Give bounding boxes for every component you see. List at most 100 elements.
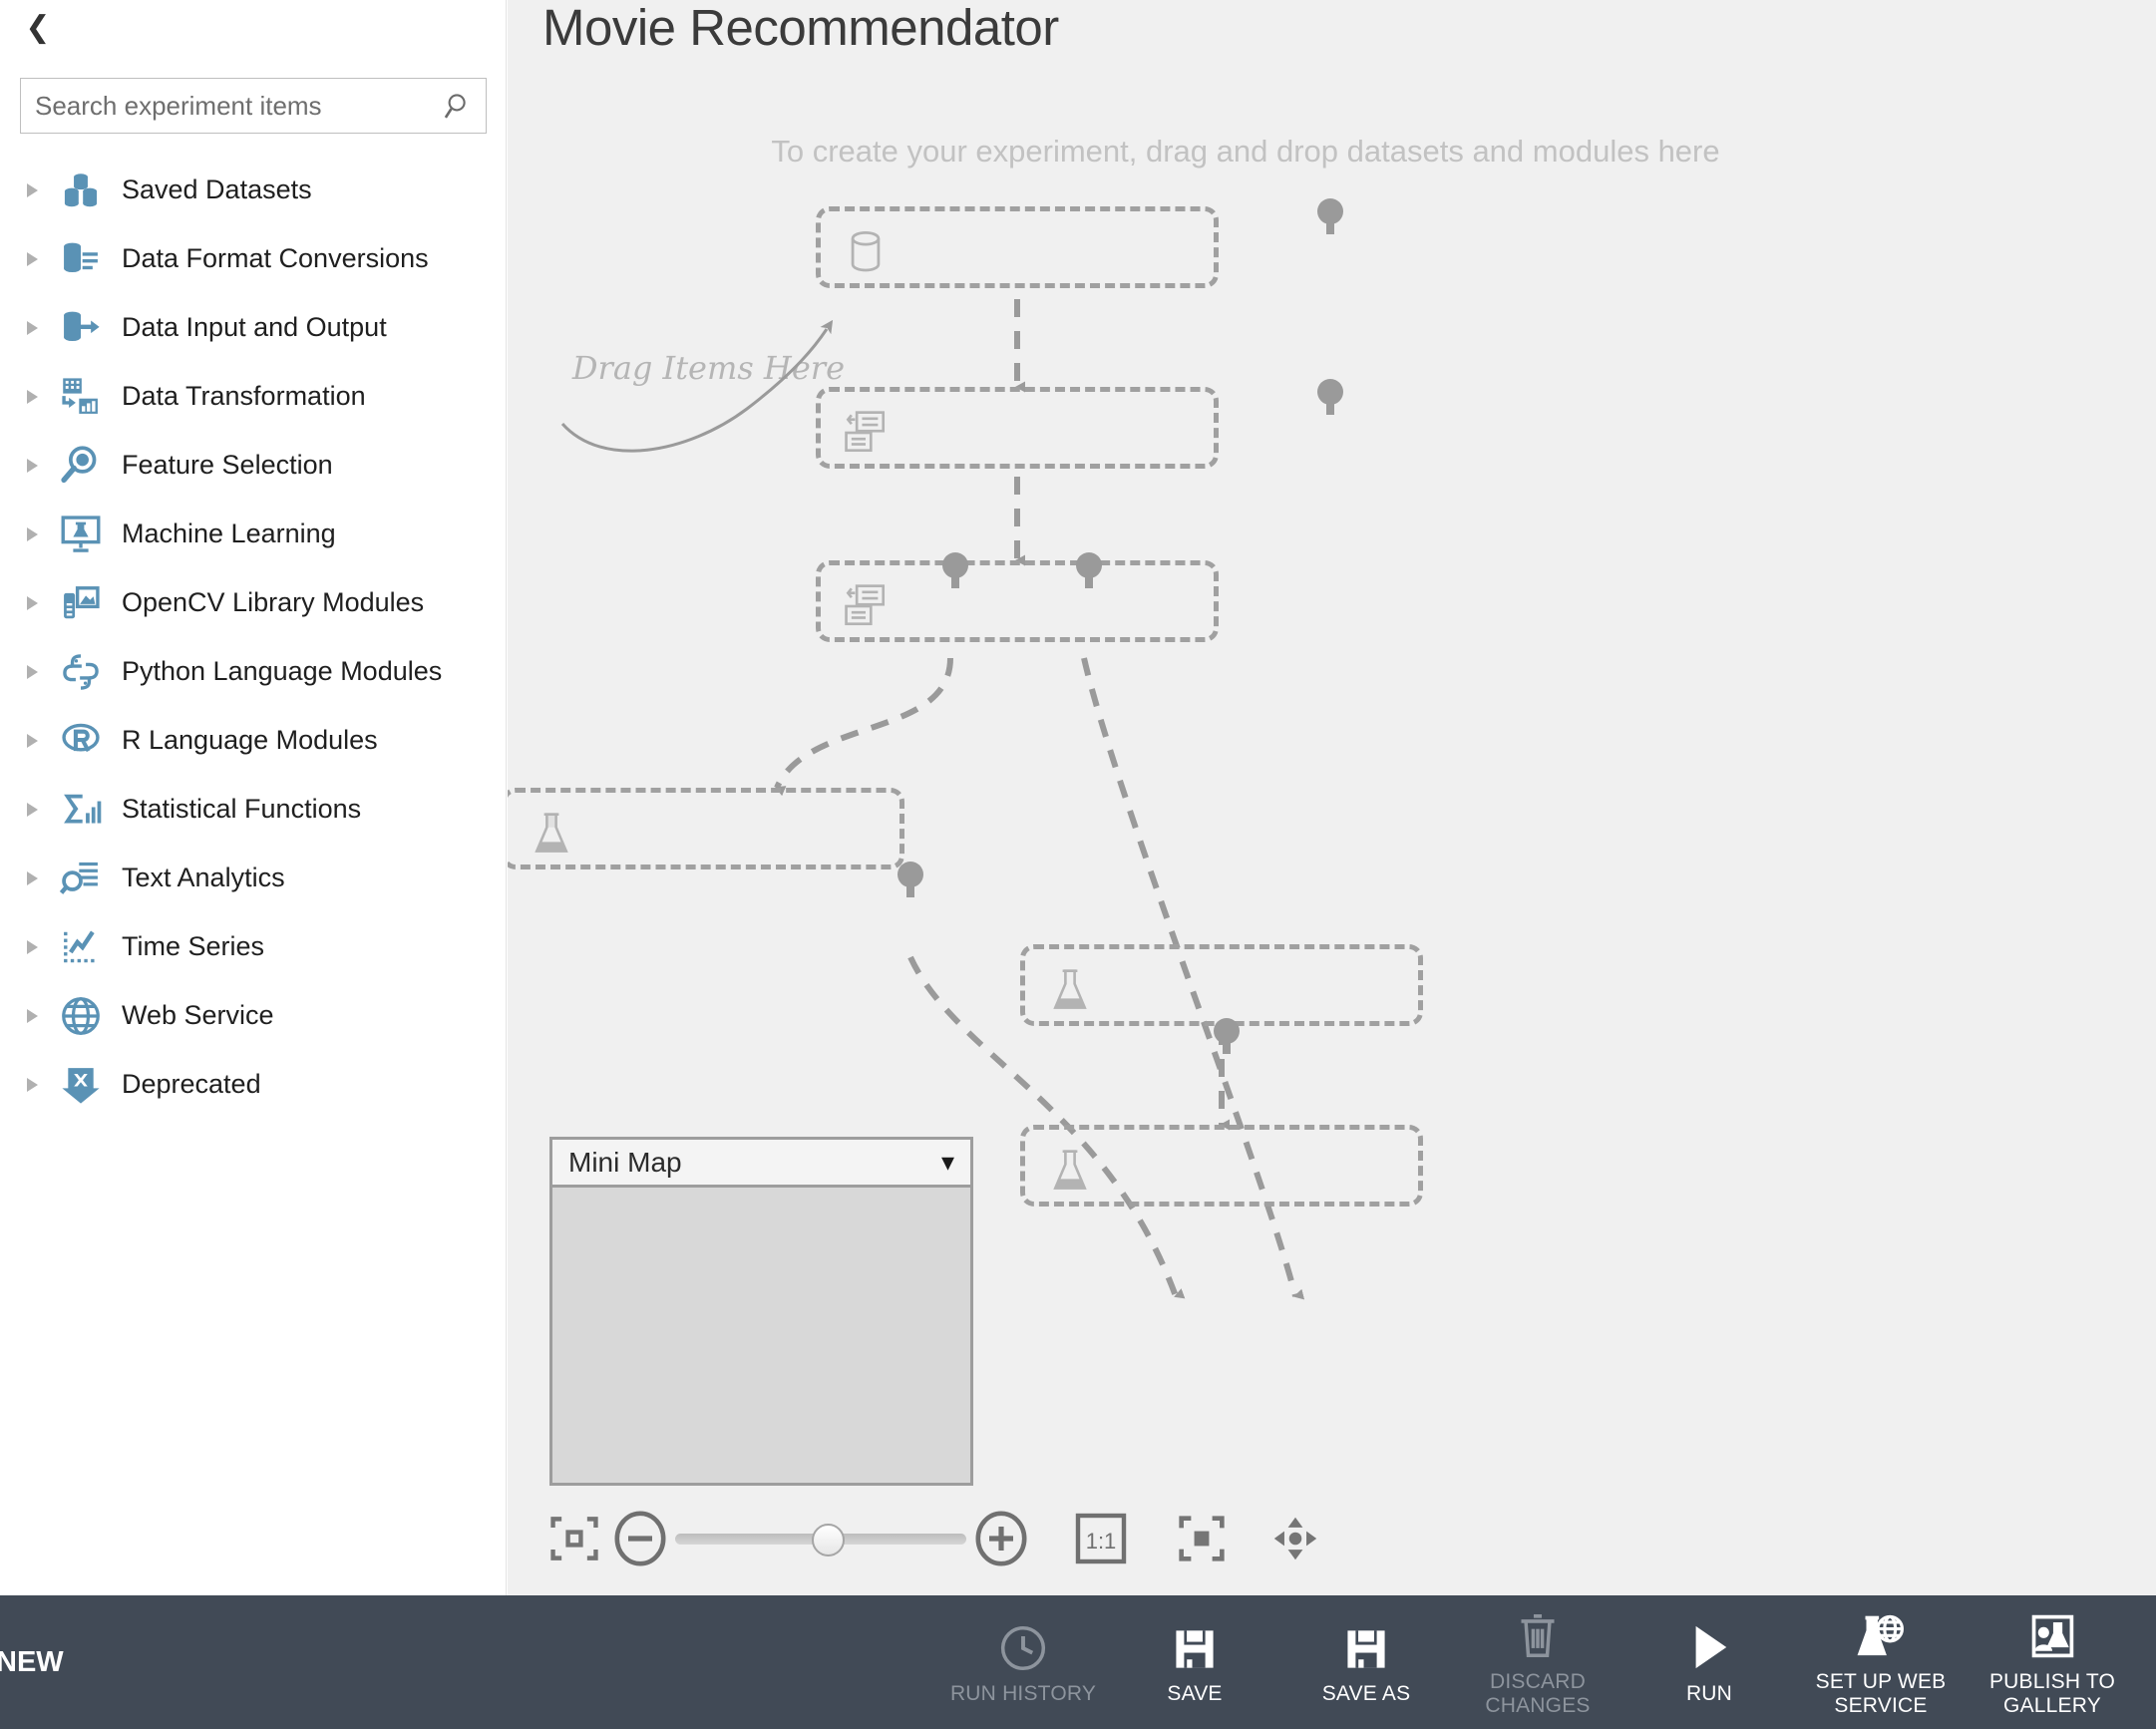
zoom-toolbar: 1:1 [543,1508,1331,1569]
expand-arrow-icon[interactable] [18,1071,46,1099]
search-input[interactable] [21,79,432,133]
expand-arrow-icon[interactable] [18,245,46,273]
text-analytics-icon [54,855,108,902]
zoom-slider[interactable] [675,1508,966,1569]
zoom-out-button[interactable] [609,1508,671,1569]
node-output-port[interactable] [942,552,968,588]
data-format-conversions-icon [54,235,108,283]
canvas-node-placeholder[interactable] [816,198,1343,288]
action-label: SET UP WEB SERVICE [1815,1670,1947,1717]
sidebar-item-r-language-modules[interactable]: R Language Modules [0,706,507,775]
expand-arrow-icon[interactable] [18,864,46,892]
trash-icon [1516,1606,1560,1660]
play-icon [1686,1618,1732,1672]
node-output-port[interactable] [1214,1018,1240,1054]
sidebar-item-label: Data Input and Output [122,312,387,342]
web-service-icon [54,992,108,1040]
sidebar-item-label: Web Service [122,1000,274,1030]
publish-to-gallery-button[interactable]: PUBLISH TO GALLERY [1967,1595,2138,1729]
canvas-node-placeholder[interactable] [1020,944,1423,1054]
sidebar-item-label: R Language Modules [122,725,378,755]
canvas-node-placeholder[interactable] [816,379,1343,469]
sidebar-item-saved-datasets[interactable]: Saved Datasets [0,156,507,224]
sidebar-item-data-format-conversions[interactable]: Data Format Conversions [0,224,507,293]
collapse-sidebar-button[interactable]: ❮ [18,8,58,48]
canvas-node-placeholder[interactable] [1020,1125,1423,1207]
transform-list-icon [843,583,895,635]
sidebar-item-deprecated[interactable]: Deprecated [0,1050,507,1119]
node-output-port[interactable] [1076,552,1102,588]
flask-icon [1047,1148,1099,1200]
sidebar-item-feature-selection[interactable]: Feature Selection [0,431,507,500]
expand-arrow-icon[interactable] [18,520,46,548]
canvas-node-placeholder[interactable] [508,788,923,897]
publish-gallery-icon [2027,1606,2077,1660]
opencv-library-icon [54,579,108,627]
run-button[interactable]: RUN [1623,1595,1795,1729]
sidebar-item-data-input-and-output[interactable]: Data Input and Output [0,293,507,362]
node-output-port[interactable] [898,862,923,897]
sidebar-item-label: Saved Datasets [122,174,312,204]
experiment-items-tree: Saved Datasets Data Format Conversions D… [0,156,507,1119]
sidebar-item-opencv-library-modules[interactable]: OpenCV Library Modules [0,568,507,637]
sidebar-item-time-series[interactable]: Time Series [0,912,507,981]
search-box[interactable] [20,78,487,134]
zoom-slider-thumb[interactable] [812,1524,846,1556]
feature-selection-icon [54,442,108,490]
pan-navigate-icon[interactable] [1259,1508,1331,1569]
flask-icon [1047,967,1099,1019]
expand-arrow-icon[interactable] [18,796,46,824]
expand-arrow-icon[interactable] [18,933,46,961]
sidebar-item-label: Machine Learning [122,519,336,548]
expand-arrow-icon[interactable] [18,1002,46,1030]
expand-arrow-icon[interactable] [18,314,46,342]
fit-to-screen-icon[interactable] [543,1508,605,1569]
web-service-flask-icon [1855,1606,1907,1660]
sidebar-item-data-transformation[interactable]: Data Transformation [0,362,507,431]
expand-arrow-icon[interactable] [18,452,46,480]
sidebar-item-label: Deprecated [122,1069,261,1099]
set-up-web-service-button[interactable]: SET UP WEB SERVICE [1795,1595,1967,1729]
sidebar-item-label: Data Transformation [122,381,366,411]
node-output-port[interactable] [1317,379,1343,415]
sidebar-item-label: Text Analytics [122,863,285,892]
mini-map-viewport[interactable] [552,1188,970,1483]
mini-map-panel[interactable]: Mini Map ▾ [549,1137,973,1486]
sidebar-item-python-language-modules[interactable]: Python Language Modules [0,637,507,706]
expand-arrow-icon[interactable] [18,176,46,204]
new-button[interactable]: NEW [0,1595,299,1729]
sidebar-item-web-service[interactable]: Web Service [0,981,507,1050]
transform-list-icon [843,410,895,462]
save-as-button[interactable]: SAVE AS [1280,1595,1452,1729]
fit-selection-icon[interactable] [1166,1508,1238,1569]
zoom-in-button[interactable] [970,1508,1032,1569]
sidebar-item-machine-learning[interactable]: Machine Learning [0,500,507,568]
r-language-icon [54,717,108,765]
expand-arrow-icon[interactable] [18,727,46,755]
chevron-down-icon[interactable]: ▾ [941,1150,954,1176]
bottom-toolbar-actions: RUN HISTORY SAVE SAVE AS DISCARD CHANGES… [299,1595,2156,1729]
node-output-port[interactable] [1317,198,1343,234]
expand-arrow-icon[interactable] [18,589,46,617]
clock-icon [999,1618,1047,1672]
machine-learning-icon [54,511,108,558]
actual-size-button[interactable]: 1:1 [1062,1508,1140,1569]
sidebar-item-label: Time Series [122,931,265,961]
sidebar-item-label: Statistical Functions [122,794,362,824]
data-transformation-icon [54,373,108,421]
expand-arrow-icon[interactable] [18,658,46,686]
action-label: SAVE AS [1321,1682,1411,1706]
search-icon[interactable] [432,79,486,133]
sidebar-item-text-analytics[interactable]: Text Analytics [0,844,507,912]
sidebar-item-label: Python Language Modules [122,656,443,686]
action-label: DISCARD CHANGES [1485,1670,1591,1717]
sidebar-item-statistical-functions[interactable]: Statistical Functions [0,775,507,844]
svg-text:1:1: 1:1 [1086,1529,1117,1554]
time-series-icon [54,923,108,971]
save-button[interactable]: SAVE [1109,1595,1280,1729]
mini-map-header[interactable]: Mini Map ▾ [552,1140,970,1188]
canvas-node-placeholder[interactable] [816,552,1219,642]
sidebar: ❮ Saved Datasets Data Forma [0,0,507,1595]
run-history-button: RUN HISTORY [937,1595,1109,1729]
expand-arrow-icon[interactable] [18,383,46,411]
